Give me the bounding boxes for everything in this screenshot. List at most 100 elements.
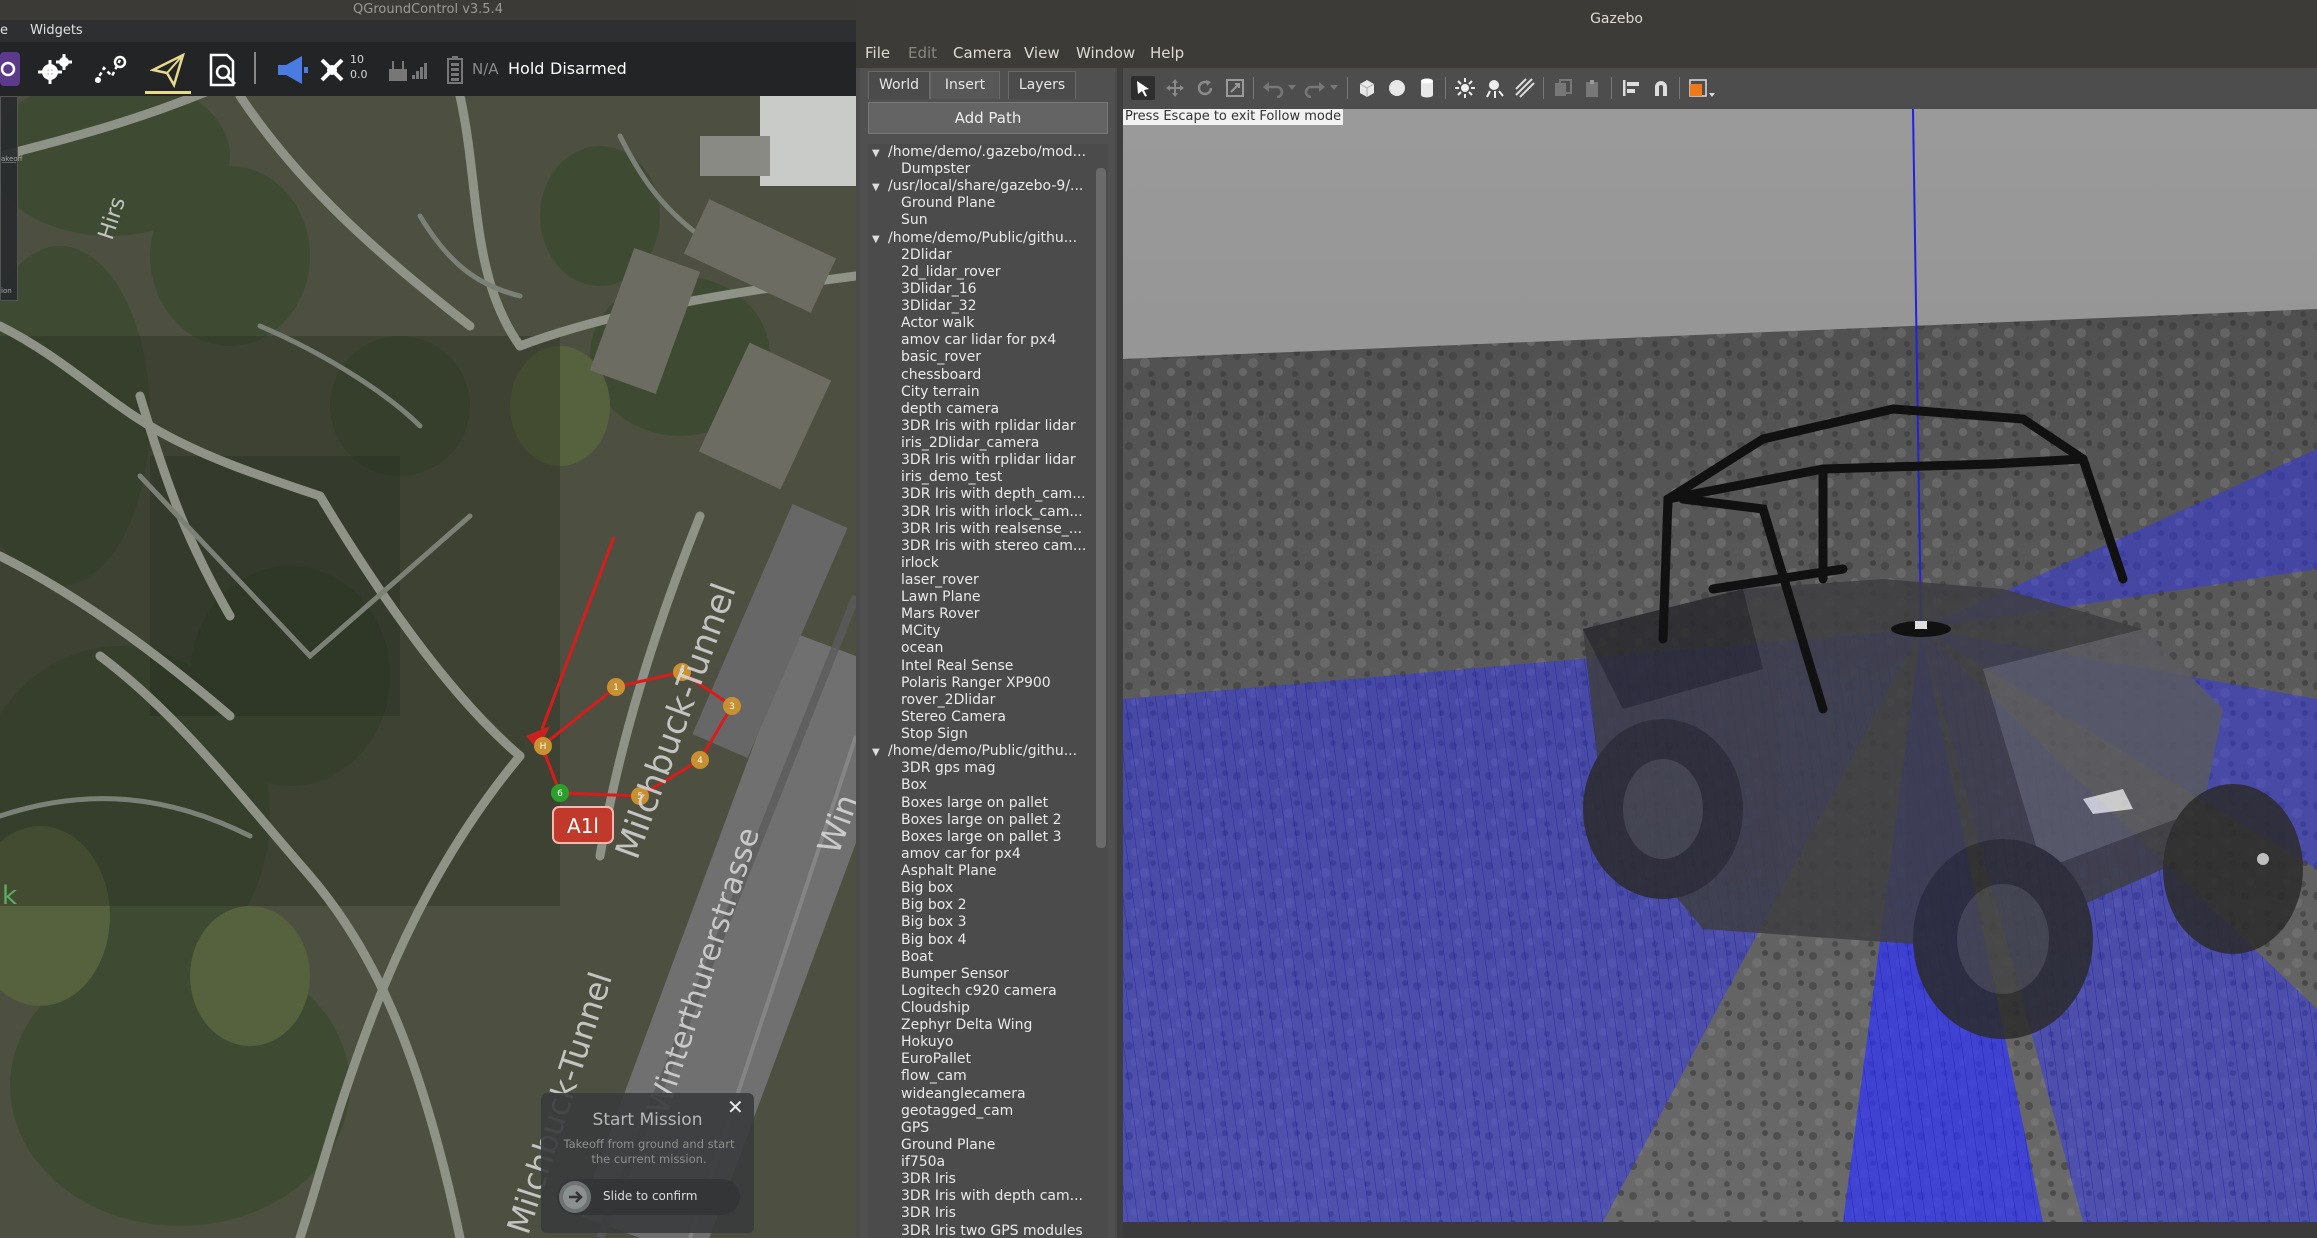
tree-item[interactable]: amov car lidar for px4 [901,332,1056,349]
paste-icon[interactable] [1581,76,1605,100]
menu-edit[interactable]: Edit [908,44,937,62]
tree-item[interactable]: Zephyr Delta Wing [901,1017,1032,1034]
tree-item[interactable]: iris_demo_test [901,469,1002,486]
tree-folder[interactable]: ▼/home/demo/Public/githu... [872,230,1077,247]
flight-mode[interactable]: Hold [508,59,544,78]
waypoint-6[interactable]: 6 [557,789,563,799]
tab-insert[interactable]: Insert [930,71,1000,99]
tree-item[interactable]: EuroPallet [901,1051,971,1068]
align-icon[interactable] [1619,76,1643,100]
tree-item[interactable]: Boxes large on pallet 3 [901,829,1061,846]
tree-item[interactable]: 3DR Iris with depth cam... [901,1188,1083,1205]
tree-item[interactable]: 3DR Iris with stereo cam... [901,538,1086,555]
redo-icon[interactable] [1303,76,1327,100]
tree-item[interactable]: ocean [901,640,943,657]
scale-mode-icon[interactable] [1223,76,1247,100]
gps-satellite-icon[interactable] [313,50,353,90]
tree-item[interactable]: Lawn Plane [901,589,981,606]
tree-item[interactable]: flow_cam [901,1068,967,1085]
tree-item[interactable]: 3DR Iris [901,1205,956,1222]
tree-item[interactable]: Boxes large on pallet 2 [901,812,1061,829]
waypoint-4[interactable]: 4 [697,756,703,766]
tree-item[interactable]: if750a [901,1154,945,1171]
tree-item[interactable]: Boat [901,949,933,966]
tree-item[interactable]: MCity [901,623,941,640]
tree-item[interactable]: Sun [901,212,928,229]
point-light-icon[interactable] [1453,76,1477,100]
menu-help[interactable]: Help [1150,44,1184,62]
battery-icon[interactable] [440,50,470,90]
tree-item[interactable]: laser_rover [901,572,979,589]
tree-item[interactable]: Logitech c920 camera [901,983,1057,1000]
model-tree[interactable]: ▼/home/demo/.gazebo/mod... Dumpster ▼/usr/… [868,144,1108,1238]
tree-item[interactable]: Hokuyo [901,1034,954,1051]
expand-arrow-icon[interactable]: ▼ [872,231,888,248]
tab-world[interactable]: World [868,71,930,99]
arm-state[interactable]: Disarmed [550,59,627,78]
tree-item[interactable]: Box [901,777,927,794]
settings-gear-icon[interactable] [34,50,74,90]
add-path-button[interactable]: Add Path [868,102,1108,134]
tree-item[interactable]: Ground Plane [901,195,995,212]
tree-item[interactable]: 3DR Iris [901,1171,956,1188]
waypoint-1[interactable]: 1 [613,683,619,693]
tree-folder[interactable]: ▼/usr/local/share/gazebo-9/... [872,178,1083,195]
qgc-logo-icon[interactable] [0,48,24,90]
menu-view[interactable]: View [1024,44,1060,62]
3d-viewport[interactable] [1123,109,2317,1222]
tree-item[interactable]: Polaris Ranger XP900 [901,675,1051,692]
tree-item[interactable]: GPS [901,1120,929,1137]
view-angle-icon[interactable] [1685,76,1719,100]
tree-item[interactable]: Big box 4 [901,932,967,949]
spot-light-icon[interactable] [1483,76,1507,100]
tree-item[interactable]: wideanglecamera [901,1086,1026,1103]
expand-arrow-icon[interactable]: ▼ [872,145,888,162]
redo-history-dropdown-icon[interactable] [1327,76,1341,100]
undo-history-dropdown-icon[interactable] [1285,76,1299,100]
undo-icon[interactable] [1261,76,1285,100]
tree-item[interactable]: Boxes large on pallet [901,795,1048,812]
menu-camera[interactable]: Camera [953,44,1012,62]
tree-item[interactable]: 2Dlidar [901,247,952,264]
tree-item[interactable]: Big box [901,880,953,897]
tree-item[interactable]: 3DR Iris with rplidar lidar [901,418,1076,435]
tree-item[interactable]: 3DR Iris with rplidar lidar [901,452,1076,469]
tree-item[interactable]: 2d_lidar_rover [901,264,1000,281]
sphere-shape-icon[interactable] [1385,76,1409,100]
tree-item[interactable]: Dumpster [901,161,970,178]
tree-item[interactable]: Stereo Camera [901,709,1006,726]
tree-item[interactable]: City terrain [901,384,980,401]
tree-folder[interactable]: ▼/home/demo/.gazebo/mod... [872,144,1086,161]
translate-mode-icon[interactable] [1163,76,1187,100]
menu-file[interactable]: File [865,44,890,62]
tree-item[interactable]: 3Dlidar_16 [901,281,977,298]
tree-item[interactable]: Actor walk [901,315,974,332]
tree-item[interactable]: Big box 2 [901,897,967,914]
model-tree-scrollbar[interactable] [1096,168,1106,848]
rotate-mode-icon[interactable] [1193,76,1217,100]
tree-item[interactable]: Mars Rover [901,606,979,623]
tree-item[interactable]: chessboard [901,367,981,384]
tree-item[interactable]: Asphalt Plane [901,863,996,880]
tree-item[interactable]: Ground Plane [901,1137,995,1154]
tree-item[interactable]: 3Dlidar_32 [901,298,977,315]
tree-item[interactable]: depth camera [901,401,999,418]
select-mode-icon[interactable] [1131,76,1155,100]
waypoint-3[interactable]: 3 [729,702,735,712]
qgc-menu-item[interactable]: e [0,20,14,42]
tree-item[interactable]: 3DR Iris with realsense_... [901,521,1082,538]
slide-to-confirm-knob[interactable] [559,1181,591,1213]
megaphone-icon[interactable] [272,50,312,90]
tree-item[interactable]: geotagged_cam [901,1103,1013,1120]
analyze-icon[interactable] [203,50,243,90]
cylinder-shape-icon[interactable] [1415,76,1439,100]
directional-light-icon[interactable] [1513,76,1537,100]
tree-item[interactable]: Stop Sign [901,726,968,743]
qgc-menu-widgets[interactable]: Widgets [30,20,89,42]
plan-route-icon[interactable] [90,50,130,90]
tree-item[interactable]: Cloudship [901,1000,970,1017]
copy-icon[interactable] [1551,76,1575,100]
menu-window[interactable]: Window [1076,44,1135,62]
tree-item[interactable]: Intel Real Sense [901,658,1013,675]
tree-item[interactable]: 3DR Iris two GPS modules [901,1223,1083,1238]
